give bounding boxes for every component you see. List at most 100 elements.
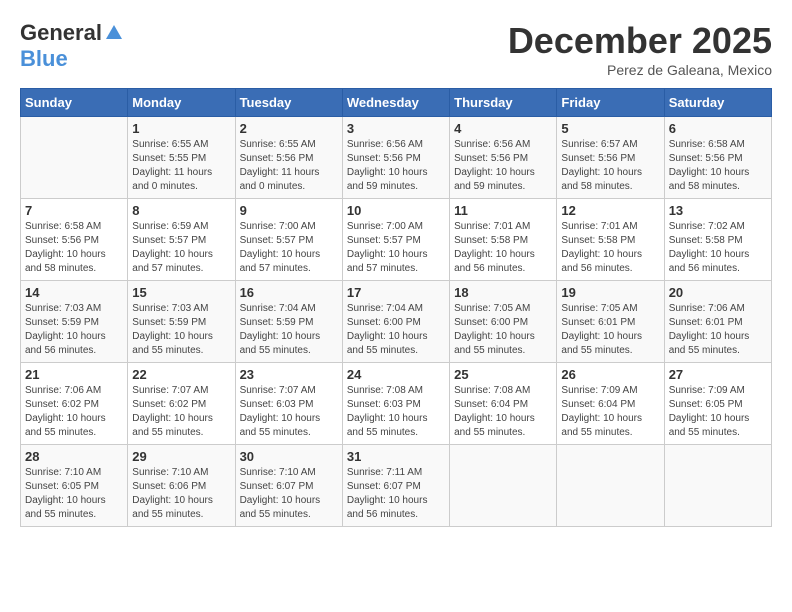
day-number: 6 [669,121,767,136]
logo-icon [104,23,124,43]
day-number: 23 [240,367,338,382]
day-info: Sunrise: 7:10 AM Sunset: 6:07 PM Dayligh… [240,466,338,522]
calendar-cell: 29 Sunrise: 7:10 AM Sunset: 6:06 PM Dayli… [128,445,235,527]
calendar-cell: 6 Sunrise: 6:58 AM Sunset: 5:56 PM Daylig… [664,117,771,199]
calendar-cell [664,445,771,527]
day-number: 5 [561,121,659,136]
day-number: 16 [240,285,338,300]
day-number: 19 [561,285,659,300]
calendar-cell: 19 Sunrise: 7:05 AM Sunset: 6:01 PM Dayli… [557,281,664,363]
column-header-sunday: Sunday [21,89,128,117]
calendar-cell: 10Sunrise: 7:00 AM Sunset: 5:57 PM Dayli… [342,199,449,281]
day-number: 21 [25,367,123,382]
week-row-1: 1 Sunrise: 6:55 AM Sunset: 5:55 PM Daylig… [21,117,772,199]
column-header-friday: Friday [557,89,664,117]
calendar-cell: 5 Sunrise: 6:57 AM Sunset: 5:56 PM Daylig… [557,117,664,199]
day-number: 13 [669,203,767,218]
location-subtitle: Perez de Galeana, Mexico [508,62,772,78]
day-info: Sunrise: 6:57 AM Sunset: 5:56 PM Dayligh… [561,138,659,194]
calendar-cell: 28Sunrise: 7:10 AM Sunset: 6:05 PM Dayli… [21,445,128,527]
column-header-monday: Monday [128,89,235,117]
calendar-cell: 14 Sunrise: 7:03 AM Sunset: 5:59 PM Dayli… [21,281,128,363]
calendar-cell [557,445,664,527]
calendar-cell: 20Sunrise: 7:06 AM Sunset: 6:01 PM Dayli… [664,281,771,363]
calendar-cell: 1 Sunrise: 6:55 AM Sunset: 5:55 PM Daylig… [128,117,235,199]
day-number: 11 [454,203,552,218]
day-number: 7 [25,203,123,218]
calendar-cell: 22Sunrise: 7:07 AM Sunset: 6:02 PM Dayli… [128,363,235,445]
day-info: Sunrise: 7:03 AM Sunset: 5:59 PM Dayligh… [25,302,123,358]
calendar-cell: 9 Sunrise: 7:00 AM Sunset: 5:57 PM Daylig… [235,199,342,281]
calendar-cell: 26Sunrise: 7:09 AM Sunset: 6:04 PM Dayli… [557,363,664,445]
day-number: 17 [347,285,445,300]
column-header-saturday: Saturday [664,89,771,117]
week-row-4: 21 Sunrise: 7:06 AM Sunset: 6:02 PM Dayli… [21,363,772,445]
day-number: 14 [25,285,123,300]
day-info: Sunrise: 6:55 AM Sunset: 5:55 PM Dayligh… [132,138,230,194]
column-header-wednesday: Wednesday [342,89,449,117]
day-number: 2 [240,121,338,136]
day-info: Sunrise: 6:56 AM Sunset: 5:56 PM Dayligh… [454,138,552,194]
day-info: Sunrise: 7:06 AM Sunset: 6:02 PM Dayligh… [25,384,123,440]
day-info: Sunrise: 7:11 AM Sunset: 6:07 PM Dayligh… [347,466,445,522]
day-number: 27 [669,367,767,382]
day-number: 4 [454,121,552,136]
calendar-cell: 11Sunrise: 7:01 AM Sunset: 5:58 PM Dayli… [450,199,557,281]
calendar-cell: 17Sunrise: 7:04 AM Sunset: 6:00 PM Dayli… [342,281,449,363]
day-info: Sunrise: 7:02 AM Sunset: 5:58 PM Dayligh… [669,220,767,276]
day-number: 1 [132,121,230,136]
calendar-cell: 13 Sunrise: 7:02 AM Sunset: 5:58 PM Dayli… [664,199,771,281]
month-title: December 2025 [508,20,772,62]
day-info: Sunrise: 7:04 AM Sunset: 5:59 PM Dayligh… [240,302,338,358]
calendar-body: 1 Sunrise: 6:55 AM Sunset: 5:55 PM Daylig… [21,117,772,527]
day-info: Sunrise: 6:58 AM Sunset: 5:56 PM Dayligh… [669,138,767,194]
day-number: 26 [561,367,659,382]
day-number: 30 [240,449,338,464]
calendar-cell: 2 Sunrise: 6:55 AM Sunset: 5:56 PM Daylig… [235,117,342,199]
calendar-cell [21,117,128,199]
header-row: SundayMondayTuesdayWednesdayThursdayFrid… [21,89,772,117]
day-number: 15 [132,285,230,300]
calendar-cell: 15 Sunrise: 7:03 AM Sunset: 5:59 PM Dayli… [128,281,235,363]
week-row-2: 7 Sunrise: 6:58 AM Sunset: 5:56 PM Daylig… [21,199,772,281]
logo-blue-text: Blue [20,46,68,72]
day-info: Sunrise: 7:06 AM Sunset: 6:01 PM Dayligh… [669,302,767,358]
logo: General Blue [20,20,124,72]
day-number: 31 [347,449,445,464]
calendar-header: SundayMondayTuesdayWednesdayThursdayFrid… [21,89,772,117]
day-info: Sunrise: 7:01 AM Sunset: 5:58 PM Dayligh… [561,220,659,276]
logo-general-text: General [20,20,102,46]
page-header: General Blue December 2025 Perez de Gale… [20,20,772,78]
day-info: Sunrise: 6:56 AM Sunset: 5:56 PM Dayligh… [347,138,445,194]
day-number: 10 [347,203,445,218]
calendar-cell: 8Sunrise: 6:59 AM Sunset: 5:57 PM Daylig… [128,199,235,281]
day-number: 9 [240,203,338,218]
day-info: Sunrise: 7:07 AM Sunset: 6:03 PM Dayligh… [240,384,338,440]
calendar-cell: 21 Sunrise: 7:06 AM Sunset: 6:02 PM Dayli… [21,363,128,445]
calendar-cell: 4 Sunrise: 6:56 AM Sunset: 5:56 PM Daylig… [450,117,557,199]
day-info: Sunrise: 6:55 AM Sunset: 5:56 PM Dayligh… [240,138,338,194]
calendar-cell: 27Sunrise: 7:09 AM Sunset: 6:05 PM Dayli… [664,363,771,445]
calendar-cell: 25 Sunrise: 7:08 AM Sunset: 6:04 PM Dayli… [450,363,557,445]
day-info: Sunrise: 7:10 AM Sunset: 6:06 PM Dayligh… [132,466,230,522]
week-row-5: 28Sunrise: 7:10 AM Sunset: 6:05 PM Dayli… [21,445,772,527]
calendar-cell: 16 Sunrise: 7:04 AM Sunset: 5:59 PM Dayli… [235,281,342,363]
day-info: Sunrise: 7:00 AM Sunset: 5:57 PM Dayligh… [240,220,338,276]
calendar-cell: 31 Sunrise: 7:11 AM Sunset: 6:07 PM Dayli… [342,445,449,527]
calendar-cell: 12Sunrise: 7:01 AM Sunset: 5:58 PM Dayli… [557,199,664,281]
day-number: 24 [347,367,445,382]
title-block: December 2025 Perez de Galeana, Mexico [508,20,772,78]
day-number: 8 [132,203,230,218]
calendar-cell: 23 Sunrise: 7:07 AM Sunset: 6:03 PM Dayli… [235,363,342,445]
day-info: Sunrise: 7:05 AM Sunset: 6:01 PM Dayligh… [561,302,659,358]
column-header-tuesday: Tuesday [235,89,342,117]
day-number: 25 [454,367,552,382]
day-info: Sunrise: 7:05 AM Sunset: 6:00 PM Dayligh… [454,302,552,358]
calendar-cell: 3Sunrise: 6:56 AM Sunset: 5:56 PM Daylig… [342,117,449,199]
day-info: Sunrise: 6:58 AM Sunset: 5:56 PM Dayligh… [25,220,123,276]
week-row-3: 14 Sunrise: 7:03 AM Sunset: 5:59 PM Dayli… [21,281,772,363]
calendar-cell: 7 Sunrise: 6:58 AM Sunset: 5:56 PM Daylig… [21,199,128,281]
day-info: Sunrise: 7:03 AM Sunset: 5:59 PM Dayligh… [132,302,230,358]
day-number: 29 [132,449,230,464]
day-info: Sunrise: 7:08 AM Sunset: 6:04 PM Dayligh… [454,384,552,440]
